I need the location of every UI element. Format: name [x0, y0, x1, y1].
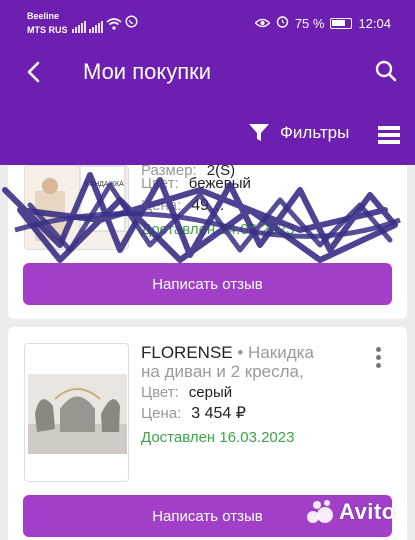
app-header: Мои покупки Фильтры — [0, 44, 415, 165]
clock: 12:04 — [358, 15, 391, 31]
price-attr: Цена: 49… — [141, 197, 225, 215]
alarm-icon — [276, 15, 289, 31]
wifi-icon — [106, 18, 122, 33]
eye-icon — [254, 16, 271, 31]
delivery-status: Доставлен 14.03.2023 — [141, 221, 295, 238]
order-card: БАНДАЖКА Размер: 2(S) Цвет: бежевый Цена: 4… — [8, 162, 407, 319]
signal-icons — [72, 15, 138, 33]
whatsapp-icon — [125, 15, 138, 33]
price-value: 49… — [191, 197, 226, 214]
color-value: бежевый — [188, 175, 251, 192]
page-title: Мои покупки — [83, 59, 212, 84]
search-icon[interactable] — [373, 58, 399, 84]
write-review-button[interactable]: Написать отзыв — [23, 263, 392, 305]
status-right: 75 % 12:04 — [254, 15, 391, 31]
color-label: Цвет: — [141, 175, 179, 192]
price-label: Цена: — [141, 197, 182, 214]
color-value: серый — [188, 384, 233, 401]
watermark-text: Avito — [339, 499, 396, 524]
delivery-status: Доставлен 16.03.2023 — [141, 429, 295, 446]
product-thumbnail[interactable] — [24, 343, 129, 482]
back-arrow-icon[interactable] — [20, 58, 48, 86]
brand-name: FLORENSE — [141, 343, 233, 362]
signal-1-icon — [72, 21, 86, 33]
color-label: Цвет: — [141, 384, 179, 401]
price-attr: Цена: 3 454 ₽ — [141, 405, 246, 423]
color-attr: Цвет: бежевый — [141, 175, 251, 193]
price-label: Цена: — [141, 405, 182, 422]
carrier-line-1: Beeline — [27, 11, 60, 21]
more-options-icon[interactable] — [372, 347, 384, 369]
avito-logo-icon — [307, 500, 333, 523]
battery-icon — [330, 17, 353, 29]
status-bar: Beeline MTS RUS 75 % 12:04 — [0, 0, 415, 44]
signal-2-icon — [89, 21, 103, 33]
color-attr: Цвет: серый — [141, 384, 232, 402]
avito-watermark: Avito — [305, 497, 396, 527]
product-title[interactable]: FLORENSE • Накидка на диван и 2 кресла, — [141, 343, 331, 381]
battery-percent: 75 % — [294, 15, 325, 31]
funnel-icon — [249, 124, 269, 141]
product-thumbnail[interactable]: БАНДАЖКА — [24, 165, 129, 250]
filter-button[interactable]: Фильтры — [248, 122, 349, 144]
carrier-line-2: MTS RUS — [27, 25, 68, 35]
thumb-text: БАНДАЖКА — [85, 181, 124, 188]
carrier-info: Beeline MTS RUS — [27, 9, 68, 37]
title-separator: • — [232, 343, 249, 362]
filter-label: Фильтры — [280, 123, 350, 142]
price-value: 3 454 ₽ — [191, 405, 246, 422]
list-view-icon[interactable] — [378, 126, 400, 144]
